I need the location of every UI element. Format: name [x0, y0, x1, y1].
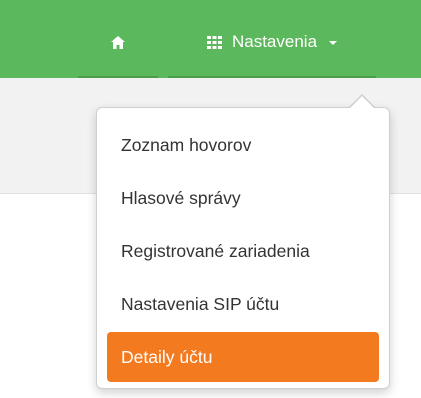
menu-item-voicemail[interactable]: Hlasové správy	[107, 173, 379, 223]
home-icon	[111, 35, 125, 49]
menu-item-account-details[interactable]: Detaily účtu	[107, 332, 379, 382]
nav-home-button[interactable]	[78, 8, 158, 76]
caret-down-icon	[329, 41, 338, 45]
nav-settings-dropdown-toggle[interactable]: Nastavenia	[168, 8, 376, 76]
settings-dropdown-menu: Zoznam hovorov Hlasové správy Registrova…	[96, 107, 390, 389]
page: Nastavenia Zoznam hovorov Hlasové správy…	[0, 0, 421, 398]
grid-icon	[206, 35, 222, 49]
nav-settings-label: Nastavenia	[231, 32, 318, 51]
dropdown-pointer	[349, 96, 375, 109]
menu-item-sip-settings[interactable]: Nastavenia SIP účtu	[107, 279, 379, 329]
menu-item-registered-devices[interactable]: Registrované zariadenia	[107, 226, 379, 276]
top-navbar: Nastavenia	[0, 0, 421, 78]
menu-item-call-list[interactable]: Zoznam hovorov	[107, 120, 379, 170]
